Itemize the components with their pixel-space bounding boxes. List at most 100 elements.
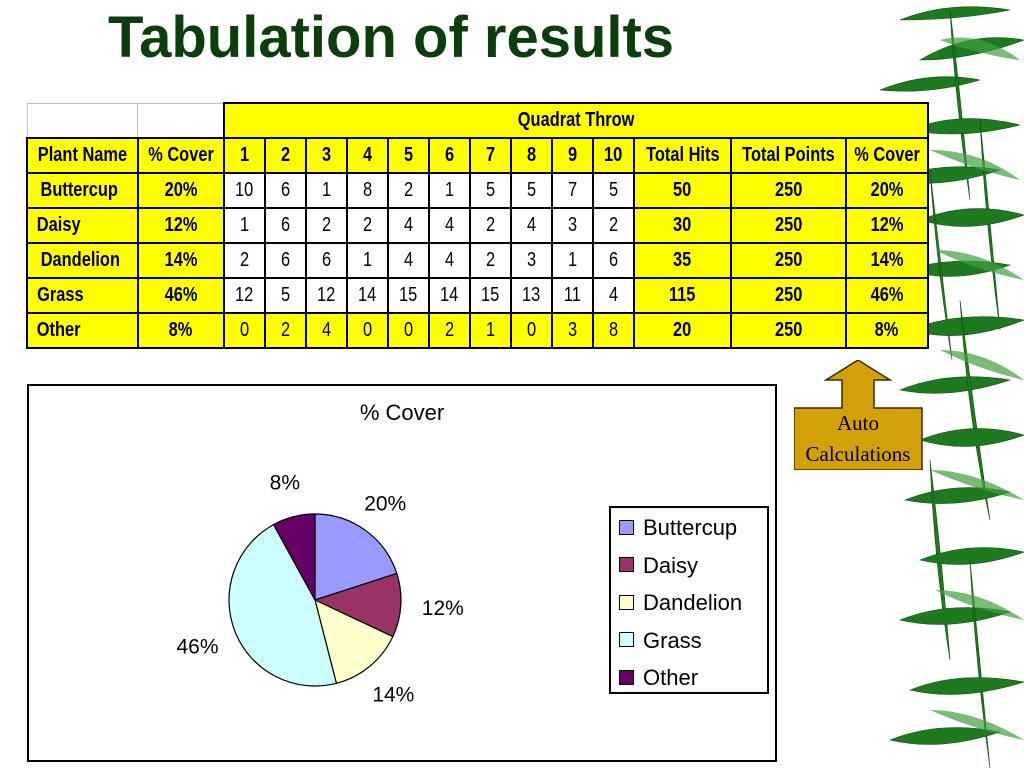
throw-cell: 2	[222, 242, 266, 279]
throw-cell-value: 11	[563, 284, 581, 306]
throw-cell: 5	[468, 172, 512, 209]
throw-cell-value: 2	[321, 214, 331, 236]
cover-cell-value: 46%	[164, 284, 198, 306]
throw-cell-value: 3	[567, 319, 577, 341]
legend-label: Dandelion	[643, 590, 743, 615]
throw-cell: 3	[550, 312, 594, 349]
throw-cell: 3	[509, 242, 553, 279]
throw-cell-value: 5	[608, 179, 618, 201]
throw-cell-value: 4	[444, 249, 454, 271]
column-header: Total Points	[729, 137, 847, 174]
throw-cell-value: 4	[526, 214, 536, 236]
plant-name-cell: Dandelion	[26, 242, 139, 279]
total-points-cell: 250	[729, 277, 847, 314]
throw-cell-value: 3	[567, 214, 577, 236]
column-header: 4	[345, 137, 389, 174]
throw-cell: 0	[222, 312, 266, 349]
column-header: 10	[591, 137, 635, 174]
total-points-cell: 250	[729, 242, 847, 279]
total-points-cell-value: 250	[774, 319, 803, 341]
pie-chart-area: % Cover 20% 12% 14% 46% 8% Buttercup Daisy Dan…	[27, 384, 777, 762]
throw-cell: 5	[509, 172, 553, 209]
cover-cell-value: 8%	[169, 319, 193, 341]
pie-data-label: 12%	[422, 597, 464, 620]
plant-name-cell: Buttercup	[26, 172, 139, 209]
throw-cell-value: 13	[522, 284, 541, 306]
throw-cell-value: 5	[526, 179, 536, 201]
throw-cell: 12	[222, 277, 266, 314]
column-header-label: % Cover	[148, 144, 214, 166]
pie-data-label: 46%	[176, 636, 218, 659]
throw-cell: 7	[550, 172, 594, 209]
throw-cell: 5	[263, 277, 307, 314]
legend-item: Buttercup	[619, 516, 737, 540]
throw-cell: 1	[222, 207, 266, 244]
throw-cell-value: 0	[239, 319, 249, 341]
throw-cell-value: 2	[239, 249, 249, 271]
throw-cell: 4	[386, 207, 430, 244]
calculated-cover-cell-value: 14%	[870, 249, 904, 271]
throw-cell-value: 0	[362, 319, 372, 341]
auto-calculations-label: Auto Calculations	[794, 408, 922, 470]
plant-name-cell-value: Daisy	[36, 214, 81, 236]
throw-cell: 2	[386, 172, 430, 209]
plant-name-cell-value: Grass	[37, 284, 84, 306]
calculated-cover-cell: 14%	[844, 242, 929, 279]
column-header: % Cover	[136, 137, 225, 174]
total-points-cell: 250	[729, 207, 847, 244]
table-row: Buttercup 20% 10 6 1 8 2 1 5 5 7 5 50 250 20%	[26, 172, 929, 209]
legend-item: Other	[619, 666, 698, 690]
total-hits-cell-value: 115	[669, 284, 696, 306]
throw-cell: 2	[263, 312, 307, 349]
throw-cell: 1	[427, 172, 471, 209]
plant-name-cell: Other	[26, 312, 139, 349]
results-table: Quadrat Throw Plant Name% Cover 1 2 3 4 5 6 7 8 9…	[26, 102, 929, 349]
table-row: Dandelion 14% 2 6 6 1 4 4 2 3 1 6 35 250 14%	[26, 242, 929, 279]
throw-cell-value: 2	[280, 319, 290, 341]
legend-label: Buttercup	[643, 515, 738, 540]
throw-cell-value: 3	[526, 249, 536, 271]
legend-swatch	[619, 594, 634, 610]
throw-cell: 2	[591, 207, 635, 244]
callout-line-2: Calculations	[805, 442, 911, 466]
plant-name-cell-value: Dandelion	[40, 249, 120, 271]
throw-cell: 6	[263, 172, 307, 209]
throw-cell: 0	[386, 312, 430, 349]
column-header: Plant Name	[26, 137, 139, 174]
plant-name-cell: Grass	[26, 277, 139, 314]
legend-label: Daisy	[643, 552, 699, 578]
blank-cell	[137, 102, 225, 139]
throw-cell-value: 1	[362, 249, 372, 271]
throw-cell-value: 4	[444, 214, 454, 236]
throw-cell: 1	[468, 312, 512, 349]
column-header: 5	[386, 137, 430, 174]
throw-cell-value: 2	[485, 249, 495, 271]
cover-cell: 20%	[136, 172, 225, 209]
total-hits-cell-value: 35	[673, 249, 692, 271]
calculated-cover-cell-value: 12%	[870, 214, 904, 236]
total-hits-cell-value: 50	[673, 179, 692, 201]
column-header-label: 8	[526, 144, 536, 166]
legend-swatch	[619, 632, 634, 648]
throw-cell-value: 15	[399, 284, 418, 306]
throw-cell-value: 6	[608, 249, 618, 271]
total-points-cell: 250	[729, 312, 847, 349]
throw-cell-value: 15	[481, 284, 500, 306]
calculated-cover-cell: 46%	[844, 277, 929, 314]
cover-cell-value: 12%	[164, 214, 198, 236]
calculated-cover-cell-value: 46%	[870, 284, 904, 306]
throw-cell-value: 4	[321, 319, 331, 341]
total-points-cell: 250	[729, 172, 847, 209]
throw-cell-value: 1	[444, 179, 454, 201]
total-hits-cell-value: 30	[673, 214, 692, 236]
quadrat-throw-header: Quadrat Throw	[222, 102, 929, 139]
throw-cell-value: 5	[280, 284, 290, 306]
column-header-label: 9	[567, 144, 577, 166]
total-hits-cell: 20	[632, 312, 732, 349]
legend-item: Grass	[619, 628, 702, 653]
throw-cell-value: 6	[321, 249, 331, 271]
legend-label: Other	[643, 665, 699, 690]
column-header-label: 7	[485, 144, 495, 166]
column-header: 6	[427, 137, 471, 174]
column-header-label: Plant Name	[37, 144, 128, 166]
